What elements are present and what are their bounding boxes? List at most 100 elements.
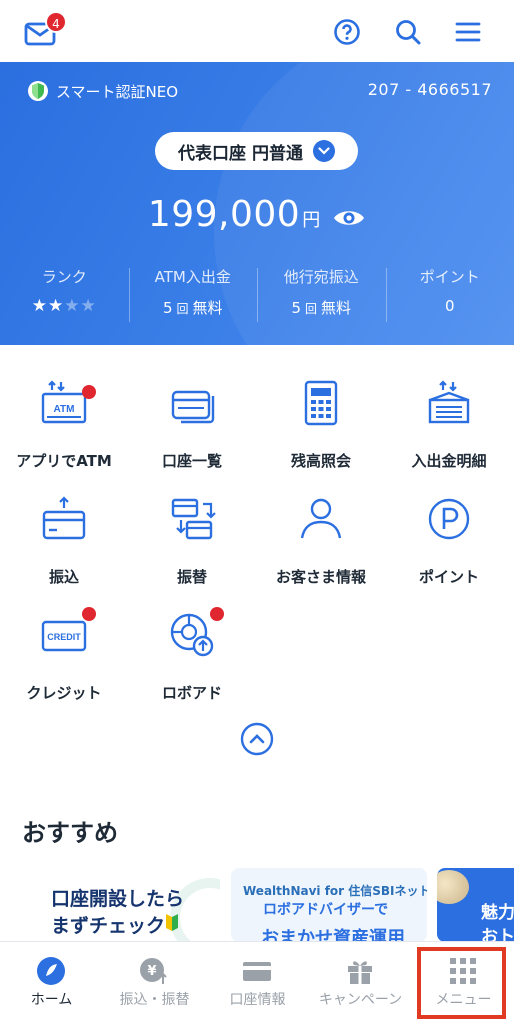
banner-line: まずチェック	[51, 911, 179, 938]
swap-icon	[171, 498, 216, 540]
notification-dot	[210, 607, 224, 621]
nav-label: キャンペーン	[318, 992, 403, 1008]
banner-open-account[interactable]: 口座開設したら まずチェック	[20, 868, 220, 942]
account-card-icon	[243, 962, 271, 981]
person-icon	[300, 498, 342, 539]
balance-currency: 円	[302, 210, 321, 231]
banner-line: ロボアドバイザーで	[263, 902, 389, 918]
nav-home[interactable]: ホーム	[0, 942, 103, 1024]
stat-label: ランク	[41, 268, 87, 286]
search-icon[interactable]	[394, 18, 422, 46]
stat-unit: 回	[176, 302, 189, 316]
menu-credit[interactable]: CREDIT クレジット	[0, 607, 128, 710]
menu-label: アプリでATM	[16, 452, 112, 470]
point-p-icon	[428, 498, 470, 540]
menu-label: 入出金明細	[411, 452, 487, 470]
home-icon	[37, 957, 65, 985]
stat-unit: 回	[305, 302, 318, 316]
account-selector[interactable]: 代表口座 円普通	[155, 132, 358, 170]
stat-count: 5	[291, 299, 301, 317]
menu-label: 振込	[48, 568, 79, 586]
atm-stat[interactable]: ATM入出金 5 回無料	[128, 264, 258, 324]
cards-icon	[171, 390, 215, 424]
notification-dot	[82, 607, 96, 621]
account-stats: ランク ★★★★ ATM入出金 5 回無料 他行宛振込 5 回無料 ポイント 0	[0, 264, 514, 324]
menu-robo-advisor[interactable]: ロボアド	[128, 607, 256, 710]
banner-line: 口座開設したら	[51, 888, 185, 910]
banner-line: おまかせ資産運用	[261, 928, 405, 942]
eye-icon[interactable]	[332, 207, 366, 229]
stat-value: 5 回無料	[257, 297, 386, 318]
menu-atm[interactable]: ATM アプリでATM	[0, 378, 128, 478]
menu-highlight-box	[417, 947, 506, 1019]
chevron-down-icon	[312, 140, 335, 162]
atm-text: ATM	[54, 404, 75, 415]
menu-account-list[interactable]: 口座一覧	[128, 378, 256, 478]
balance-amount: 199,000	[147, 194, 301, 235]
gift-icon	[348, 961, 372, 984]
top-bar: 4	[0, 0, 514, 62]
stat-count: 5	[162, 299, 173, 317]
account-summary-card: スマート認証NEO 207 - 4666517 代表口座 円普通 199,000…	[0, 62, 514, 345]
banner-wealthnavi[interactable]: WealthNavi for 住信SBIネット銀行 ロボアドバイザーで おまかせ…	[231, 868, 427, 942]
rank-stat[interactable]: ランク ★★★★	[0, 264, 129, 324]
menu-label: 残高照会	[290, 452, 351, 470]
menu-label: お客さま情報	[275, 568, 366, 586]
menu-label: ポイント	[418, 568, 479, 586]
menu-customer-info[interactable]: お客さま情報	[257, 494, 385, 594]
transfer-stat[interactable]: 他行宛振込 5 回無料	[257, 264, 386, 324]
calculator-icon	[304, 380, 338, 426]
banner-line-text: まずチェック	[51, 915, 166, 937]
atm-icon: ATM	[41, 380, 87, 424]
robo-advisor-icon	[170, 613, 214, 657]
stat-value: 5 回無料	[129, 297, 258, 318]
svg-text:¥: ¥	[147, 964, 156, 979]
banner-line: おトク	[481, 927, 514, 942]
credit-card-icon: CREDIT	[41, 620, 87, 652]
menu-label: 振替	[176, 568, 207, 586]
smart-auth-label: スマート認証NEO	[56, 82, 179, 101]
account-selector-label: 代表口座 円普通	[178, 143, 303, 164]
nav-label: 振込・振替	[119, 992, 190, 1008]
statement-icon	[428, 380, 470, 424]
menu-label: クレジット	[26, 684, 102, 702]
point-stat[interactable]: ポイント 0	[385, 264, 514, 324]
banner-campaign[interactable]: 魅力 おトク	[437, 868, 514, 942]
menu-swap[interactable]: 振替	[128, 494, 256, 594]
collapse-chevron-up-icon[interactable]	[240, 722, 274, 756]
nav-campaign[interactable]: キャンペーン	[309, 942, 412, 1024]
coins-image	[437, 870, 469, 904]
menu-label: ロボアド	[161, 684, 222, 702]
transfer-card-icon	[42, 496, 86, 540]
banner-line: 魅力	[481, 903, 514, 923]
stat-fee: 無料	[192, 299, 223, 317]
hamburger-menu-icon[interactable]	[454, 18, 482, 46]
smart-auth-status[interactable]: スマート認証NEO	[28, 80, 178, 102]
beginner-mark-icon	[166, 914, 179, 931]
help-icon[interactable]	[333, 18, 361, 46]
stat-label: ポイント	[419, 268, 480, 286]
stat-fee: 無料	[321, 299, 352, 317]
rank-stars: ★★★★	[0, 296, 129, 316]
star-icon: ★	[80, 296, 97, 316]
banner-line: WealthNavi for 住信SBIネット銀行	[243, 884, 427, 898]
credit-text: CREDIT	[47, 632, 81, 642]
menu-transfer[interactable]: 振込	[0, 494, 128, 594]
nav-label: 口座情報	[229, 992, 286, 1008]
menu-balance[interactable]: 残高照会	[257, 378, 385, 478]
stat-value: 0	[444, 297, 455, 315]
star-icon: ★	[31, 296, 48, 316]
star-icon: ★	[48, 296, 65, 316]
account-number: 207 - 4666517	[367, 80, 492, 99]
nav-transfer[interactable]: ¥ 振込・振替	[103, 942, 206, 1024]
menu-point[interactable]: ポイント	[385, 494, 513, 594]
stat-label: ATM入出金	[154, 268, 231, 286]
star-icon: ★	[64, 296, 81, 316]
yen-transfer-icon: ¥	[140, 958, 167, 984]
menu-statement[interactable]: 入出金明細	[385, 378, 513, 478]
stat-label: 他行宛振込	[283, 268, 359, 286]
menu-label: 口座一覧	[161, 452, 222, 470]
nav-account-info[interactable]: 口座情報	[206, 942, 309, 1024]
recommend-title: おすすめ	[22, 819, 118, 847]
nav-label: ホーム	[30, 992, 73, 1008]
